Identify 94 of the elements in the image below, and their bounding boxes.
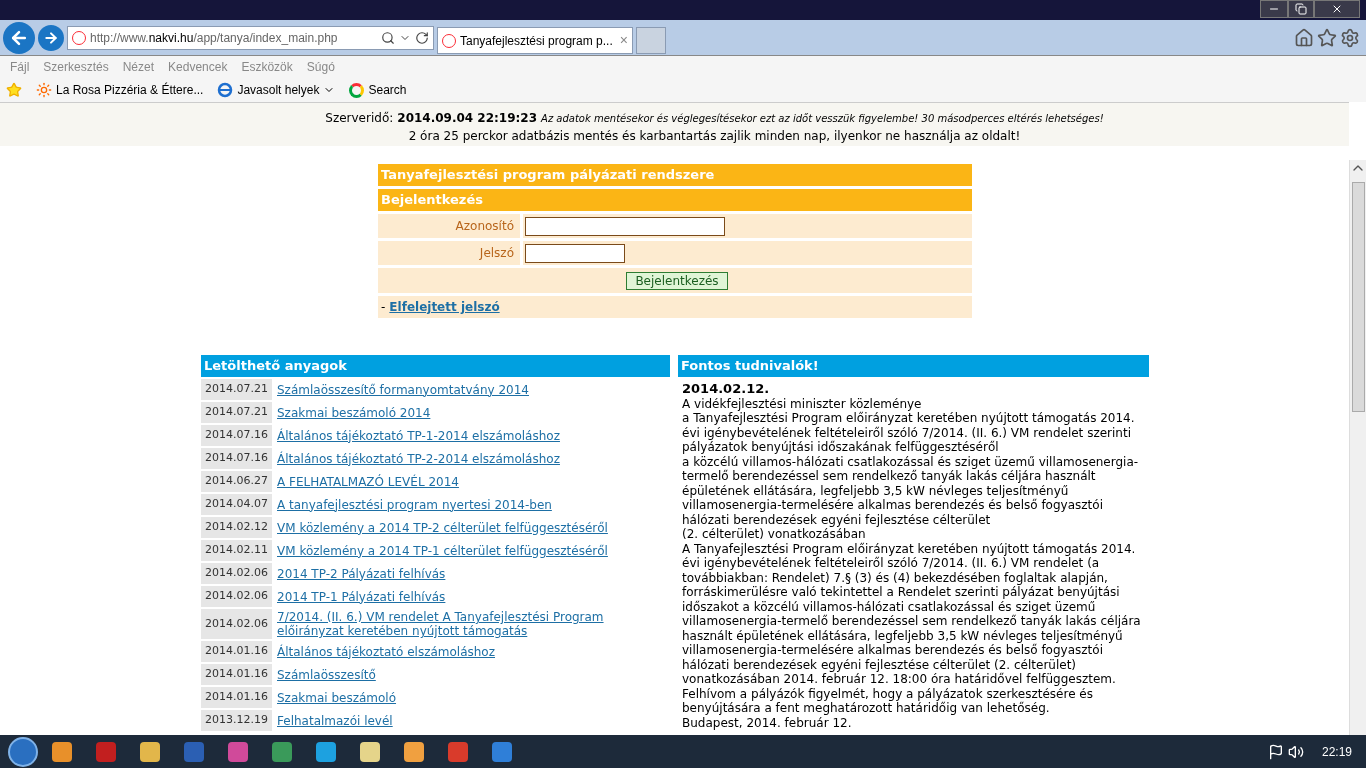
menu-item[interactable]: Fájl <box>10 58 30 76</box>
download-link[interactable]: Általános tájékoztató TP-2-2014 elszámoláshoz <box>277 451 560 466</box>
tab-close[interactable]: × <box>619 30 628 51</box>
flag-icon[interactable] <box>1267 743 1284 760</box>
date-cell: 2014.07.21 <box>201 379 272 400</box>
star-icon[interactable] <box>1317 27 1337 48</box>
scroll-thumb[interactable] <box>1351 182 1365 412</box>
menu-item[interactable]: Szerkesztés <box>43 58 109 76</box>
forward-arrow-icon[interactable] <box>43 29 59 46</box>
password-field[interactable] <box>525 243 625 263</box>
download-link[interactable]: Szakmai beszámoló <box>277 690 397 705</box>
server-time: 2014.09.04 22:19:23 <box>397 110 538 127</box>
taskbar-app-icon[interactable] <box>316 741 336 762</box>
minimize-button[interactable] <box>1260 0 1288 18</box>
browser-globe-icon <box>217 82 234 98</box>
ring-icon <box>349 82 365 98</box>
download-link[interactable]: Számlaösszesítő <box>277 667 376 682</box>
download-link[interactable]: 2014 TP-2 Pályázati felhívás <box>277 566 446 581</box>
forward-button[interactable] <box>38 24 64 51</box>
date-cell: 2014.06.27 <box>201 471 272 492</box>
download-link[interactable]: Számlaösszesítő formanyomtatvány 2014 <box>277 382 529 397</box>
download-link[interactable]: VM közlemény a 2014 TP-1 célterület felfüggesztéséről <box>277 543 608 558</box>
download-link[interactable]: A tanyafejlesztési program nyertesi 2014-ben <box>277 497 552 512</box>
field-label: Azonosító <box>378 214 520 238</box>
news-paragraph: A Tanyafejlesztési Program előirányzat keretében nyújtott támogatás 2014. évi igénybevételének feltételeiről szóló 7/2014. (II. 6.) VM rendelet (a továbbiakban: Rendelet) 7.§ (3) és (4) bekezdésében foglaltak alapján, forráskimerülésre való tekintettel a Rendelet szerinti pályázat benyújtási időszakot a közcélú villamos-hálózati csatlakozással és sziget üzemű villamosenergia-termelő berendezéssel sem rendelkező tanyák lakás céljára használt épületének ellátására, legfeljebb 3,5 kW névleges teljesítményű villamosenergia-termelésére alkalmas berendezés és belső fogyasztói hálózati berendezések egyéni fejlesztése célterület (2. célterület) vonatkozásában 2014. február 12. 18:00 óra határidővel felfüggesztem. <box>682 541 1142 687</box>
taskbar-app-icon[interactable] <box>360 741 380 762</box>
download-link[interactable]: Felhatalmazói levél <box>277 713 393 728</box>
news-paragraph: a közcélú villamos-hálózati csatlakozással és sziget üzemű villamosenergia-termelő berendezéssel sem rendelkező tanyák lakás céljára használt épületének ellátására, legfeljebb 3,5 kW névleges teljesítményű villamosenergia-termelésére alkalmas berendezés és belső fogyasztói hálózati berendezések egyéni fejlesztése célterület <box>682 454 1140 527</box>
back-button[interactable] <box>3 21 35 54</box>
server-time-label: Szerveridő: <box>325 110 394 127</box>
clock[interactable]: 22:19 <box>1321 742 1352 761</box>
url-text: http://www.nakvi.hu/app/tanya/index_main.php <box>90 29 338 47</box>
download-link[interactable]: Általános tájékoztató TP-1-2014 elszámoláshoz <box>277 428 560 443</box>
date-cell: 2014.01.16 <box>201 664 272 685</box>
taskbar-app-icon[interactable] <box>272 741 292 762</box>
bullet-dash: - <box>381 299 386 316</box>
login-heading: Bejelentkezés <box>378 189 972 211</box>
date-cell: 2014.02.06 <box>201 609 272 639</box>
refresh-icon[interactable] <box>415 30 429 45</box>
address-bar[interactable]: http://www.nakvi.hu/app/tanya/index_main.php <box>67 25 434 50</box>
download-link[interactable]: Általános tájékoztató elszámoláshoz <box>277 644 495 659</box>
news-paragraph: Felhívom a pályázók figyelmét, hogy a pályázatok szerkesztésére és benyújtására a fent meghatározott határidőig van lehetőség. <box>682 686 1094 716</box>
date-cell: 2014.02.06 <box>201 586 272 607</box>
notice-note: Az adatok mentésekor és véglegesítésekor ezt az időt vesszük figyelembe! 30 másodperces eltérés lehetséges! <box>541 112 1104 126</box>
news-paragraph: A vidékfejlesztési miniszter közleménye <box>682 396 923 411</box>
favorite-link[interactable]: Search <box>349 81 407 99</box>
home-icon[interactable] <box>1294 27 1314 48</box>
settings-icon[interactable] <box>1340 27 1360 48</box>
forgot-password-link[interactable]: Elfelejtett jelszó <box>389 298 500 316</box>
browser-tab[interactable]: Tanyafejlesztési program p... × <box>437 27 633 54</box>
download-link[interactable]: 7/2014. (II. 6.) VM rendelet A Tanyafejlesztési Program előirányzat keretében nyújtott támogatás <box>277 610 670 638</box>
date-cell: 2014.07.21 <box>201 402 272 423</box>
menu-item[interactable]: Nézet <box>122 58 155 76</box>
date-cell: 2014.01.16 <box>201 687 272 708</box>
favorites-star-icon[interactable] <box>6 82 22 98</box>
id-field[interactable] <box>525 216 725 236</box>
download-link[interactable]: VM közlemény a 2014 TP-2 célterület felfüggesztéséről <box>277 520 608 535</box>
date-cell: 2014.01.16 <box>201 641 272 662</box>
sun-icon <box>36 82 52 98</box>
restore-button[interactable] <box>1288 0 1314 18</box>
favorite-link[interactable]: La Rosa Pizzéria & Éttere... <box>36 81 204 99</box>
downloads-heading: Letölthető anyagok <box>201 355 670 377</box>
taskbar-app-icon[interactable] <box>140 741 160 762</box>
news-heading: Fontos tudnivalók! <box>678 355 1149 377</box>
news-paragraph: Budapest, 2014. február 12. <box>682 715 853 730</box>
download-link[interactable]: A FELHATALMAZÓ LEVÉL 2014 <box>277 474 459 489</box>
menu-item[interactable]: Súgó <box>306 58 335 76</box>
login-button[interactable]: Bejelentkezés <box>626 271 728 290</box>
menu-item[interactable]: Kedvencek <box>168 58 228 76</box>
news-paragraph: (2. célterület) vonatkozásában <box>682 527 867 542</box>
date-cell: 2014.02.06 <box>201 563 272 584</box>
system-title: Tanyafejlesztési program pályázati rendszere <box>378 164 972 186</box>
date-cell: 2014.07.16 <box>201 425 272 446</box>
restore-icon[interactable] <box>1295 3 1307 15</box>
scrollbar[interactable] <box>1349 160 1366 735</box>
maintenance-notice: 2 óra 25 perckor adatbázis mentés és karbantartás zajlik minden nap, ilyenkor ne használja az oldalt! <box>408 128 1021 145</box>
menu-item[interactable]: Eszközök <box>241 58 293 76</box>
close-icon[interactable] <box>1331 3 1343 15</box>
start-orb-icon[interactable] <box>8 736 38 767</box>
news-date: 2014.02.12. <box>682 382 771 397</box>
volume-icon[interactable] <box>1287 743 1304 760</box>
date-cell: 2014.02.12 <box>201 517 272 538</box>
date-cell: 2014.04.07 <box>201 494 272 515</box>
date-cell: 2014.07.16 <box>201 448 272 469</box>
search-icon[interactable] <box>381 30 395 45</box>
field-label: Jelszó <box>378 241 520 265</box>
taskbar-app-icon[interactable] <box>52 741 72 762</box>
download-link[interactable]: Szakmai beszámoló 2014 <box>277 405 431 420</box>
taskbar-app-icon[interactable] <box>404 741 424 762</box>
date-cell: 2014.02.11 <box>201 540 272 561</box>
download-link[interactable]: 2014 TP-1 Pályázati felhívás <box>277 589 446 604</box>
tab-title: Tanyafejlesztési program p... <box>460 32 613 50</box>
favorite-link[interactable]: Javasolt helyek <box>217 81 336 99</box>
date-cell: 2013.12.19 <box>201 710 272 731</box>
